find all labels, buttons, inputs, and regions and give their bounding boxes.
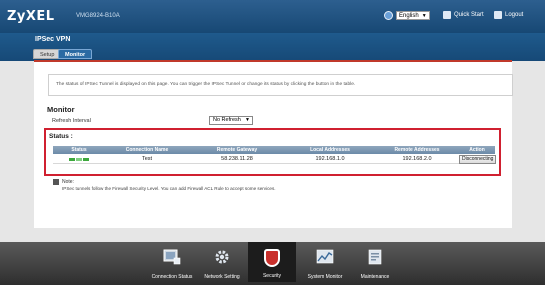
remote-gateway-cell: 58.238.11.28 — [221, 156, 253, 162]
column-header-remote-addresses: Remote Addresses — [394, 147, 440, 153]
ipsec-status-table: Status Connection Name Remote Gateway Lo… — [53, 146, 497, 164]
tab-monitor[interactable]: Monitor — [58, 49, 93, 59]
quick-start-label: Quick Start — [454, 12, 484, 18]
remote-addresses-cell: 192.168.2.0 — [402, 156, 432, 162]
nav-security[interactable]: Security — [248, 242, 296, 282]
status-bar-icon — [75, 157, 82, 161]
nav-network-setting[interactable]: Network Setting — [198, 243, 246, 283]
table-header: Status Connection Name Remote Gateway Lo… — [53, 146, 495, 154]
disconnecting-button[interactable]: Disconnecting — [459, 155, 497, 164]
status-section-label: Status : — [49, 133, 73, 140]
connection-name-cell: Test — [141, 156, 153, 162]
nav-label: Network Setting — [204, 274, 240, 280]
chart-icon — [316, 249, 334, 267]
logout-label: Logout — [505, 12, 524, 18]
nav-label: System Monitor — [307, 274, 343, 280]
note-text: IPSec tunnels follow the Firewall Securi… — [62, 186, 276, 191]
tunnel-status-indicator — [53, 154, 105, 164]
note-icon — [53, 179, 59, 185]
column-header-local-addresses: Local Addresses — [310, 147, 350, 153]
nav-maintenance[interactable]: Maintenance — [352, 243, 398, 283]
nav-connection-status[interactable]: Connection Status — [146, 243, 198, 283]
globe-icon — [384, 11, 393, 20]
quick-start-link[interactable]: Quick Start — [443, 11, 484, 19]
column-header-action: Action — [469, 147, 485, 153]
nav-label: Maintenance — [360, 274, 390, 280]
model-name: VMG8924-B10A — [76, 13, 120, 19]
nav-label: Security — [262, 273, 282, 279]
logout-icon — [494, 11, 502, 19]
maintenance-icon — [367, 249, 383, 267]
brand-logo: ZyXEL — [7, 9, 55, 24]
refresh-interval-label: Refresh Interval — [52, 118, 91, 124]
chevron-down-icon: ▼ — [245, 117, 250, 123]
chevron-down-icon: ▼ — [421, 12, 427, 19]
monitor-heading: Monitor — [47, 105, 75, 114]
gear-icon — [214, 249, 230, 267]
quick-start-icon — [443, 11, 451, 19]
notice-text: The status of IPSec Tunnel is displayed … — [56, 82, 356, 87]
column-header-remote-gateway: Remote Gateway — [216, 147, 258, 153]
connection-status-icon — [163, 249, 181, 267]
page-title: IPSec VPN — [35, 36, 71, 43]
local-addresses-cell: 192.168.1.0 — [315, 156, 345, 162]
language-control[interactable]: English ▼ — [384, 11, 430, 20]
note-label: Note: — [62, 179, 74, 185]
language-value: English — [399, 12, 419, 19]
action-cell: Disconnecting — [459, 154, 497, 164]
shield-icon — [264, 249, 280, 267]
table-row: Test 58.238.11.28 192.168.1.0 192.168.2.… — [53, 154, 497, 164]
nav-system-monitor[interactable]: System Monitor — [300, 243, 350, 283]
status-bar-icon — [68, 157, 75, 161]
status-bar-icon — [82, 157, 89, 161]
column-header-connection-name: Connection Name — [125, 147, 169, 153]
nav-label: Connection Status — [151, 274, 193, 280]
language-select[interactable]: English ▼ — [396, 11, 430, 20]
logout-link[interactable]: Logout — [494, 11, 523, 19]
refresh-interval-select[interactable]: No Refresh ▼ — [209, 116, 253, 125]
column-header-status: Status — [71, 147, 87, 153]
refresh-interval-value: No Refresh — [213, 117, 241, 123]
